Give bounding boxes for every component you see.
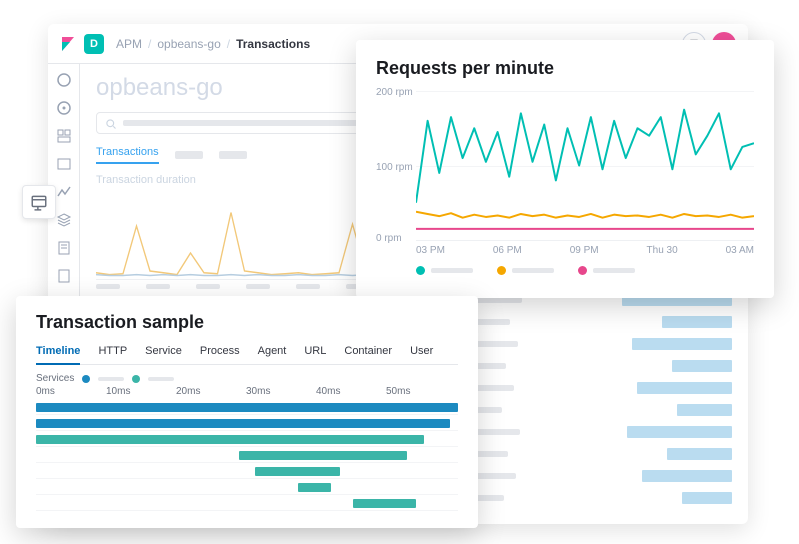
search-icon — [105, 117, 117, 129]
rpm-xtick: 03 AM — [726, 245, 754, 256]
tx-scale-tick: 30ms — [246, 386, 316, 397]
span-row[interactable] — [36, 401, 458, 415]
service-dot-icon — [82, 375, 90, 383]
breadcrumb-service[interactable]: opbeans-go — [157, 37, 220, 51]
list-item[interactable] — [462, 360, 732, 372]
tx-title: Transaction sample — [36, 312, 458, 333]
tab-user[interactable]: User — [410, 345, 433, 364]
breadcrumb-separator: / — [148, 37, 151, 51]
rpm-xtick: 09 PM — [570, 245, 599, 256]
breadcrumb-separator: / — [227, 37, 230, 51]
tx-services-legend: Services — [36, 373, 458, 384]
span-bar — [298, 483, 332, 492]
list-item[interactable] — [462, 316, 732, 328]
duration-series-line — [96, 275, 366, 276]
transaction-sample-card: Transaction sample Timeline HTTP Service Pr… — [16, 296, 478, 528]
rpm-series-line — [416, 212, 754, 218]
nav-visualize-icon[interactable] — [56, 100, 72, 116]
transactions-list-skeleton — [462, 294, 732, 504]
breadcrumb-current: Transactions — [236, 37, 310, 51]
rpm-title: Requests per minute — [376, 58, 754, 79]
rpm-chart: 200 rpm 100 rpm 0 rpm — [416, 91, 754, 241]
rpm-xtick: 06 PM — [493, 245, 522, 256]
nav-logs-icon[interactable] — [56, 240, 72, 256]
tx-span-rows — [36, 401, 458, 511]
tx-scale-tick: 20ms — [176, 386, 246, 397]
rpm-ytick: 200 rpm — [376, 87, 413, 98]
span-row[interactable] — [36, 449, 458, 463]
list-item[interactable] — [462, 492, 732, 504]
rpm-ytick: 100 rpm — [376, 162, 413, 173]
duration-series-line — [96, 213, 366, 275]
tx-scale-tick: 10ms — [106, 386, 176, 397]
rpm-xtick: 03 PM — [416, 245, 445, 256]
app-badge[interactable]: D — [84, 34, 104, 54]
tx-services-label: Services — [36, 373, 74, 384]
span-row[interactable] — [36, 465, 458, 479]
collapse-nav-button[interactable] — [22, 185, 56, 219]
rpm-xtick: Thu 30 — [647, 245, 678, 256]
legend-dot-icon — [578, 266, 587, 275]
nav-discover-icon[interactable] — [56, 72, 72, 88]
tab-url[interactable]: URL — [304, 345, 326, 364]
tab-agent[interactable]: Agent — [258, 345, 287, 364]
list-item[interactable] — [462, 382, 732, 394]
tx-scale-tick: 50ms — [386, 386, 456, 397]
list-item[interactable] — [462, 338, 732, 350]
tx-scale-tick: 40ms — [316, 386, 386, 397]
tx-tabs: Timeline HTTP Service Process Agent URL Contai… — [36, 345, 458, 365]
rpm-series-line — [416, 110, 754, 203]
list-item[interactable] — [462, 426, 732, 438]
nav-dashboard-icon[interactable] — [56, 128, 72, 144]
tab-container[interactable]: Container — [344, 345, 392, 364]
legend-dot-icon — [416, 266, 425, 275]
span-row[interactable] — [36, 417, 458, 431]
rpm-legend — [416, 266, 754, 275]
span-row[interactable] — [36, 497, 458, 511]
legend-item-teal[interactable] — [416, 266, 473, 275]
nav-apm-icon[interactable] — [56, 268, 72, 284]
span-bar — [36, 403, 458, 412]
list-item[interactable] — [462, 448, 732, 460]
tx-scale-tick: 0ms — [36, 386, 106, 397]
rpm-xticks: 03 PM 06 PM 09 PM Thu 30 03 AM — [416, 245, 754, 256]
span-bar — [353, 499, 416, 508]
service-dot-icon — [132, 375, 140, 383]
kibana-logo-icon — [60, 36, 76, 52]
span-row[interactable] — [36, 433, 458, 447]
tab-skeleton — [175, 151, 203, 159]
rpm-ytick: 0 rpm — [376, 233, 402, 244]
legend-item-pink[interactable] — [578, 266, 635, 275]
legend-item-orange[interactable] — [497, 266, 554, 275]
tab-process[interactable]: Process — [200, 345, 240, 364]
requests-per-minute-card: Requests per minute 200 rpm 100 rpm 0 rp… — [356, 40, 774, 298]
list-item[interactable] — [462, 470, 732, 482]
span-bar — [255, 467, 339, 476]
legend-dot-icon — [497, 266, 506, 275]
tab-skeleton — [219, 151, 247, 159]
tab-timeline[interactable]: Timeline — [36, 345, 80, 365]
list-item[interactable] — [462, 404, 732, 416]
nav-ml-icon[interactable] — [56, 184, 72, 200]
span-bar — [36, 419, 450, 428]
span-row[interactable] — [36, 481, 458, 495]
span-bar — [36, 435, 424, 444]
nav-canvas-icon[interactable] — [56, 156, 72, 172]
tab-service[interactable]: Service — [145, 345, 182, 364]
breadcrumb-apm[interactable]: APM — [116, 37, 142, 51]
tab-transactions[interactable]: Transactions — [96, 146, 159, 164]
span-bar — [239, 451, 408, 460]
tx-time-scale: 0ms10ms20ms30ms40ms50ms — [36, 386, 458, 397]
nav-infra-icon[interactable] — [56, 212, 72, 228]
tab-http[interactable]: HTTP — [98, 345, 127, 364]
